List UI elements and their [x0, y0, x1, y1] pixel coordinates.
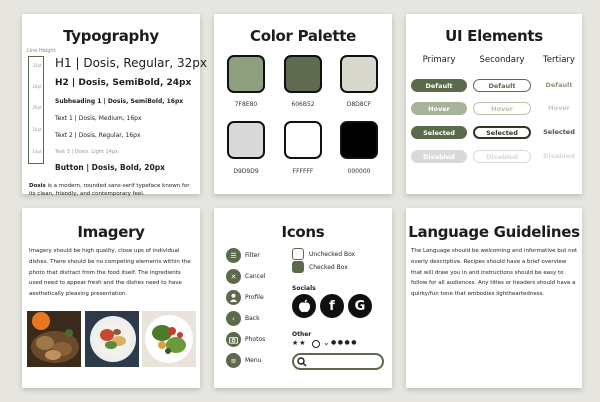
apple-icon[interactable]	[292, 294, 316, 318]
checked-box-row[interactable]: Checked Box	[292, 261, 348, 273]
line-height-tick: 24pt	[32, 84, 42, 89]
facebook-icon[interactable]: f	[320, 294, 344, 318]
search-input[interactable]	[292, 353, 384, 370]
unchecked-box-label: Unchecked Box	[309, 250, 356, 258]
swatch-hex: D8D8CF	[346, 101, 372, 108]
swatch-hex: 000000	[347, 168, 371, 175]
line-height-tick: 32pt	[32, 63, 42, 68]
pagination-dots-icon: ●●●●	[331, 339, 358, 346]
typography-card: Typography Line Height 32pt 24pt 20pt 16…	[22, 14, 207, 197]
cancel-label: Cancel	[245, 273, 266, 280]
subheading-sample: Subheading 1 | Dosis, SemiBold, 16px	[55, 98, 184, 105]
text2-sample: Text 2 | Dosis, Regular, 16px	[55, 132, 141, 139]
tertiary-disabled-button: Disabled	[543, 152, 575, 160]
menu-label: Menu	[245, 357, 262, 364]
text3-sample: Text 3 | Dosis, Light 14px	[55, 149, 118, 155]
cancel-icon-row[interactable]: ✕ Cancel	[226, 269, 265, 284]
line-height-tick: 14pt	[32, 149, 42, 154]
menu-icon[interactable]: ≡	[226, 353, 241, 368]
icons-title: Icons	[281, 223, 325, 241]
column-tertiary: Tertiary	[543, 55, 575, 65]
google-icon[interactable]: G	[348, 294, 372, 318]
primary-default-button[interactable]: Default	[411, 79, 467, 92]
checked-box[interactable]	[292, 261, 304, 273]
secondary-selected-button[interactable]: Selected	[473, 126, 531, 139]
swatch-3	[227, 121, 265, 159]
language-description: The Language should be welcoming and inf…	[411, 248, 578, 298]
other-label: Other	[292, 331, 312, 338]
photos-icon-row[interactable]: Photos	[226, 332, 265, 347]
line-height-label: Line Height	[27, 48, 56, 54]
language-guidelines-card: Language Guidelines The Language should …	[406, 208, 582, 388]
secondary-hover-button[interactable]: Hover	[473, 102, 531, 115]
food-photo-1	[27, 311, 81, 367]
food-photo-2	[85, 311, 139, 367]
h2-sample: H2 | Dosis, SemiBold, 24px	[55, 78, 192, 88]
imagery-description: Imagery should be high quality, close up…	[29, 248, 191, 298]
button-sample: Button | Dosis, Bold, 20px	[55, 163, 165, 172]
primary-selected-button[interactable]: Selected	[411, 126, 467, 139]
tertiary-default-button[interactable]: Default	[539, 81, 579, 89]
icons-card: Icons ☰ Filter ✕ Cancel Profile ‹ Back P…	[214, 208, 392, 388]
filter-icon-row[interactable]: ☰ Filter	[226, 248, 260, 263]
column-primary: Primary	[422, 55, 456, 65]
tertiary-selected-button[interactable]: Selected	[539, 128, 579, 136]
swatch-hex: FFFFFF	[292, 168, 314, 175]
search-icon	[297, 357, 307, 367]
line-height-box: 32pt 24pt 20pt 16pt 14pt	[28, 56, 44, 164]
line-height-tick: 16pt	[32, 127, 42, 132]
secondary-disabled-button: Disabled	[473, 150, 531, 163]
swatch-hex: D9D9D9	[233, 168, 259, 175]
text1-sample: Text 1 | Dosis, Medium, 16px	[55, 115, 142, 122]
swatch-hex: 7F8E80	[234, 101, 258, 108]
h1-sample: H1 | Dosis, Regular, 32px	[55, 56, 208, 70]
imagery-title: Imagery	[77, 223, 145, 241]
tertiary-hover-button[interactable]: Hover	[539, 104, 579, 112]
menu-icon-row[interactable]: ≡ Menu	[226, 353, 261, 368]
radio-icon[interactable]	[312, 340, 320, 348]
secondary-default-button[interactable]: Default	[473, 79, 531, 92]
ui-elements-card: UI Elements Primary Secondary Tertiary D…	[406, 14, 582, 194]
column-secondary: Secondary	[479, 55, 525, 65]
font-name: Dosis	[29, 183, 46, 189]
filter-label: Filter	[245, 252, 260, 259]
swatch-1	[284, 55, 322, 93]
chevron-down-icon: ⌄	[323, 338, 330, 347]
swatch-4	[284, 121, 322, 159]
typography-title: Typography	[63, 27, 159, 45]
socials-label: Socials	[292, 285, 316, 292]
swatch-hex: 606B52	[291, 101, 315, 108]
back-icon-row[interactable]: ‹ Back	[226, 311, 260, 326]
swatch-5	[340, 121, 378, 159]
back-icon[interactable]: ‹	[226, 311, 241, 326]
primary-hover-button[interactable]: Hover	[411, 102, 467, 115]
back-label: Back	[245, 315, 260, 322]
language-guidelines-title: Language Guidelines	[408, 223, 580, 241]
profile-icon-row[interactable]: Profile	[226, 290, 264, 305]
profile-label: Profile	[245, 294, 264, 301]
line-height-tick: 20pt	[32, 105, 42, 110]
profile-icon[interactable]	[226, 290, 241, 305]
swatch-2	[340, 55, 378, 93]
rating-stars-icon: ★★	[292, 339, 307, 347]
filter-icon[interactable]: ☰	[226, 248, 241, 263]
photos-label: Photos	[245, 336, 266, 343]
color-palette-title: Color Palette	[249, 27, 357, 45]
food-photo-3	[142, 311, 196, 367]
camera-icon[interactable]	[226, 332, 241, 347]
color-palette-card: Color Palette 7F8E80 606B52 D8D8CF D9D9D…	[214, 14, 392, 194]
cancel-icon[interactable]: ✕	[226, 269, 241, 284]
font-description: is a modern, rounded sans-serif typeface…	[29, 183, 190, 197]
typography-description: Dosis is a modern, rounded sans-serif ty…	[29, 182, 195, 198]
unchecked-box-row[interactable]: Unchecked Box	[292, 248, 355, 260]
checked-box-label: Checked Box	[309, 263, 348, 271]
primary-disabled-button: Disabled	[411, 150, 467, 163]
swatch-0	[227, 55, 265, 93]
unchecked-box[interactable]	[292, 248, 304, 260]
ui-elements-title: UI Elements	[445, 27, 543, 45]
imagery-card: Imagery Imagery should be high quality, …	[22, 208, 200, 388]
